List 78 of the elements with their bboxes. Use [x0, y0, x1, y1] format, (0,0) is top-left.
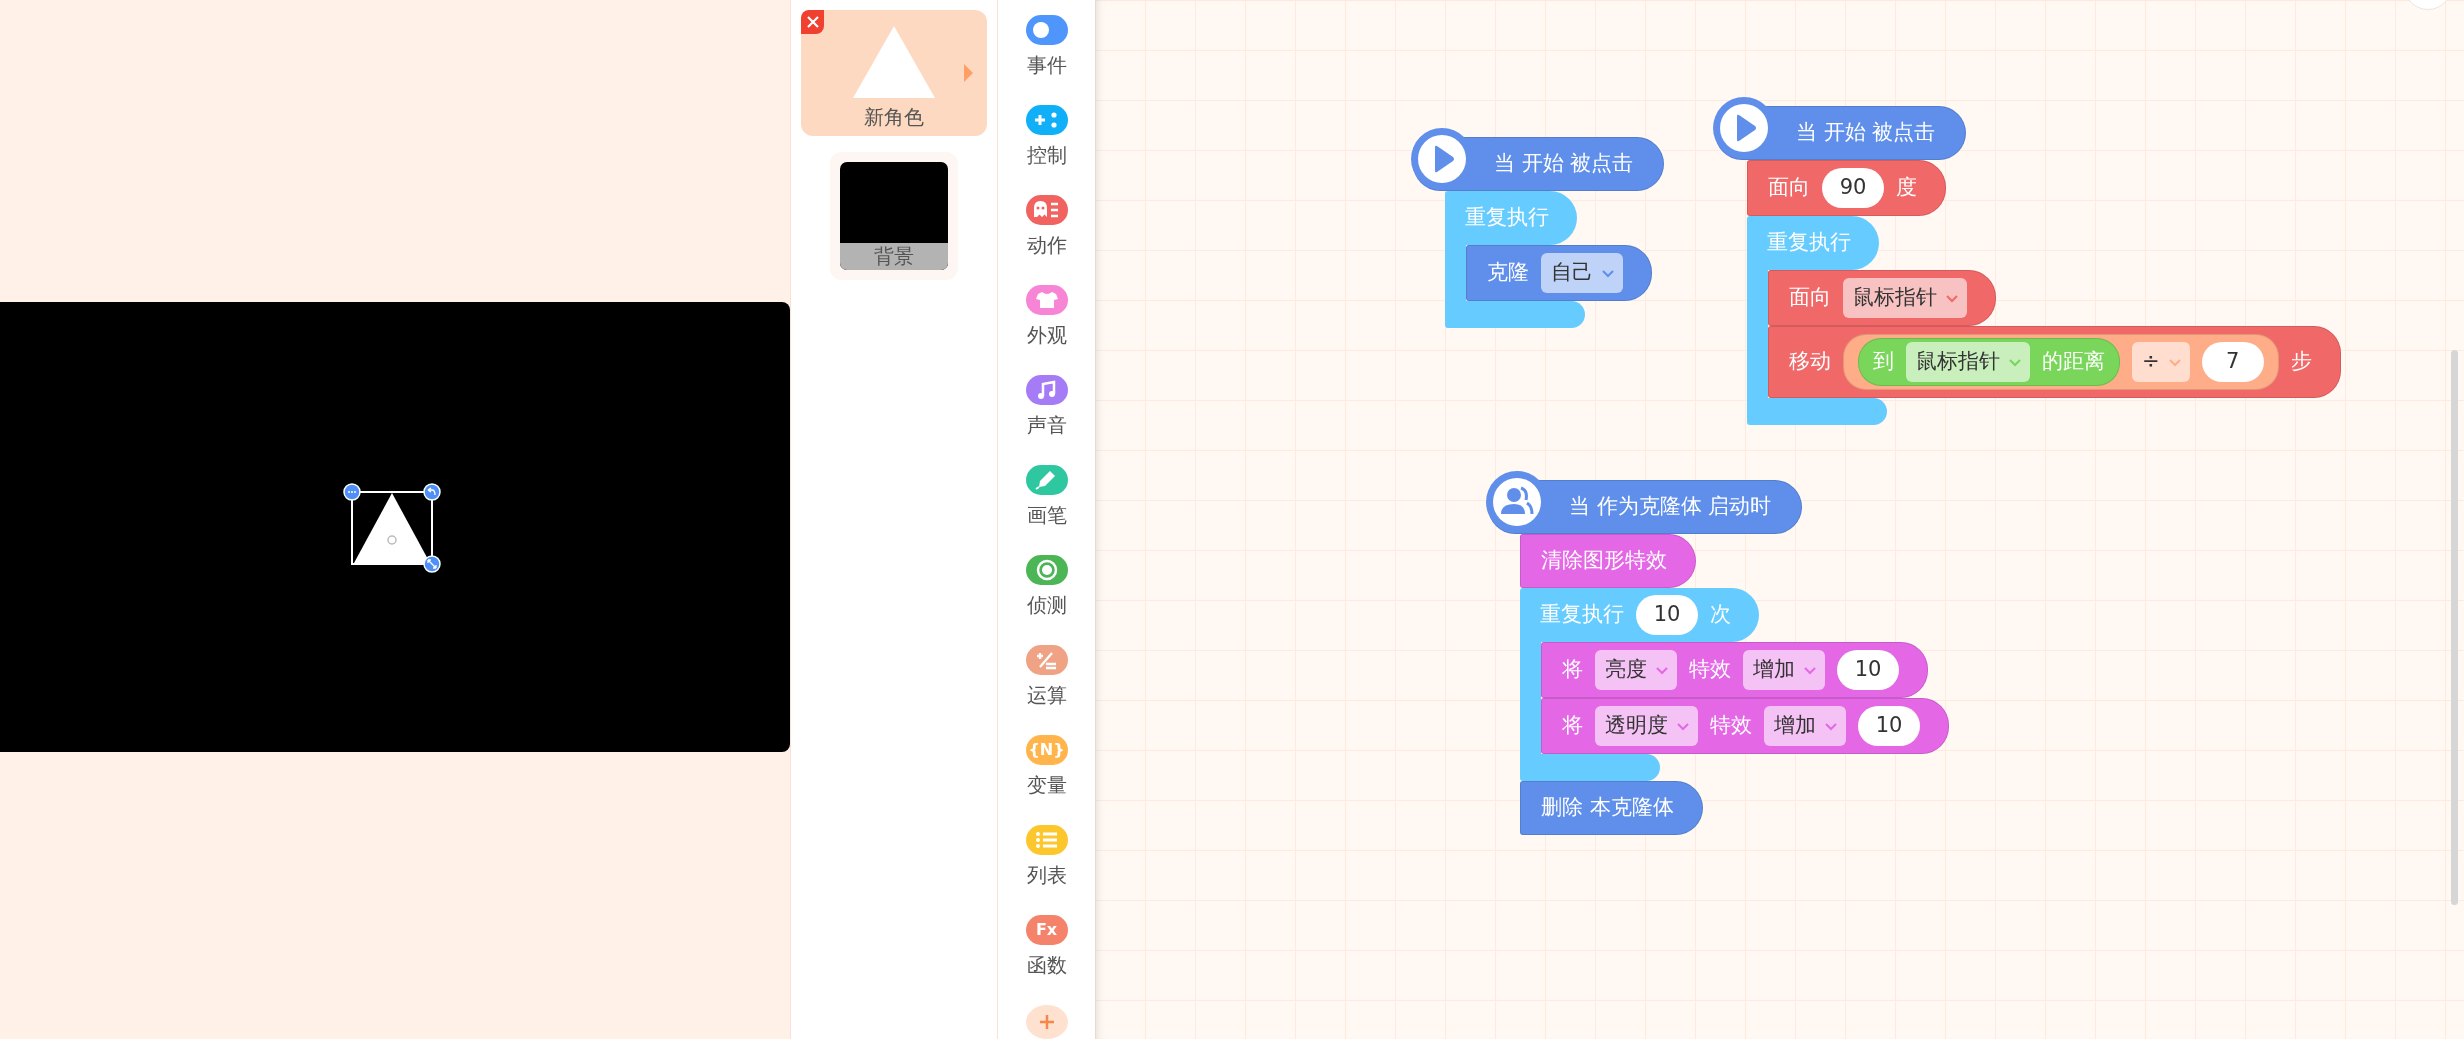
block-label: 特效 — [1689, 656, 1731, 684]
block-label: 重复执行 — [1540, 601, 1624, 629]
block-label: 重复执行 — [1465, 204, 1549, 232]
category-button[interactable]: 列表 — [1025, 825, 1068, 887]
block-label: 移动 — [1789, 348, 1831, 376]
category-button[interactable]: 事件 — [1025, 15, 1068, 77]
repeat-block[interactable]: 重复执行 10 次 将 亮度 特效 增加 10 将 透明度 特效 增加 10 — [1520, 588, 1949, 781]
category-icon: {N} — [1025, 735, 1068, 765]
block-label: 到 — [1873, 348, 1894, 376]
reporter-block[interactable]: 到 鼠标指针 的距离 ÷ 7 — [1843, 334, 2279, 390]
category-button[interactable]: 运算 — [1025, 645, 1068, 707]
chevron-icon — [2008, 357, 2022, 367]
number-input[interactable]: 90 — [1822, 168, 1884, 208]
category-button[interactable]: 画笔 — [1025, 465, 1068, 527]
dropdown-field[interactable]: 鼠标指针 — [1843, 278, 1967, 318]
close-icon — [806, 16, 819, 28]
category-button[interactable]: 侦测 — [1025, 555, 1068, 617]
block-label: 面向 — [1768, 174, 1810, 202]
chevron-icon — [1945, 293, 1959, 303]
block-label: 将 — [1562, 712, 1583, 740]
code-block[interactable]: 移动 到 鼠标指针 的距离 ÷ 7 步 — [1768, 326, 2341, 398]
category-button[interactable]: 声音 — [1025, 375, 1068, 437]
dropdown-field[interactable]: 增加 — [1743, 650, 1825, 690]
dropdown-field[interactable]: 透明度 — [1595, 706, 1698, 746]
backdrop-name: 背景 — [840, 243, 948, 270]
code-block[interactable]: 面向 90 度 — [1747, 160, 1946, 216]
block-label: 的距离 — [2042, 348, 2105, 376]
close-button[interactable] — [801, 10, 824, 34]
code-block[interactable]: 将 亮度 特效 增加 10 — [1541, 642, 1928, 698]
sprite-name: 新角色 — [864, 104, 924, 131]
dropdown-field[interactable]: ÷ — [2132, 342, 2190, 382]
block-label: 当 开始 被点击 — [1796, 119, 1936, 147]
chevron-icon — [1803, 665, 1817, 675]
sprite-card[interactable]: 新角色 — [801, 10, 987, 136]
resize-handle[interactable] — [423, 555, 441, 573]
block-label: 克隆 — [1487, 259, 1529, 287]
block-label: 当 作为克隆体 启动时 — [1569, 493, 1772, 521]
block-label: 面向 — [1789, 284, 1831, 312]
number-input[interactable]: 10 — [1636, 595, 1698, 635]
chevron-icon — [1824, 721, 1838, 731]
block-label: 重复执行 — [1767, 229, 1851, 257]
chevron-icon — [1676, 721, 1690, 731]
category-button[interactable]: Fx 函数 — [1025, 915, 1068, 977]
block-label: 清除图形特效 — [1541, 547, 1667, 575]
block-label: 当 开始 被点击 — [1494, 150, 1634, 178]
dropdown-field[interactable]: 自己 — [1541, 253, 1623, 293]
add-button[interactable] — [1025, 1005, 1068, 1039]
category-button[interactable]: 控制 — [1025, 105, 1068, 167]
code-block[interactable]: 克隆 自己 — [1466, 245, 1652, 301]
block-label: 度 — [1896, 174, 1917, 202]
chevron-icon — [2167, 357, 2182, 367]
number-input[interactable]: 7 — [2201, 342, 2264, 382]
add-icon — [1038, 1014, 1055, 1030]
category-button[interactable]: {N} 变量 — [1025, 735, 1068, 797]
block-label: 特效 — [1710, 712, 1752, 740]
reporter-block[interactable]: 到 鼠标指针 的距离 — [1858, 338, 2120, 386]
chevron-icon — [1601, 268, 1615, 278]
dropdown-field[interactable]: 增加 — [1764, 706, 1846, 746]
code-block[interactable]: 面向 鼠标指针 — [1768, 270, 1996, 326]
block-label: 将 — [1562, 656, 1583, 684]
category-button[interactable]: 动作 — [1025, 195, 1068, 257]
block-label: 次 — [1710, 601, 1731, 629]
menu-handle[interactable] — [343, 483, 361, 501]
repeat-block[interactable]: 重复执行 面向 鼠标指针 移动 到 鼠标指针 的距离 ÷ 7 步 — [1747, 216, 2341, 425]
block-label: 删除 本克隆体 — [1541, 794, 1674, 822]
block-label: 步 — [2290, 348, 2312, 376]
number-input[interactable]: 10 — [1837, 650, 1899, 690]
category-button[interactable]: 外观 — [1025, 285, 1068, 347]
backdrop-card[interactable]: 背景 — [830, 152, 958, 280]
repeat-block[interactable]: 重复执行 克隆 自己 — [1445, 191, 1652, 328]
dropdown-field[interactable]: 亮度 — [1595, 650, 1677, 690]
scrollbar[interactable] — [2451, 350, 2458, 905]
number-input[interactable]: 10 — [1858, 706, 1920, 746]
dropdown-field[interactable]: 鼠标指针 — [1906, 342, 2030, 382]
category-icon: Fx — [1025, 915, 1068, 945]
code-block[interactable]: 将 透明度 特效 增加 10 — [1541, 698, 1949, 754]
chevron-icon — [1655, 665, 1669, 675]
rotate-handle[interactable] — [423, 483, 441, 501]
